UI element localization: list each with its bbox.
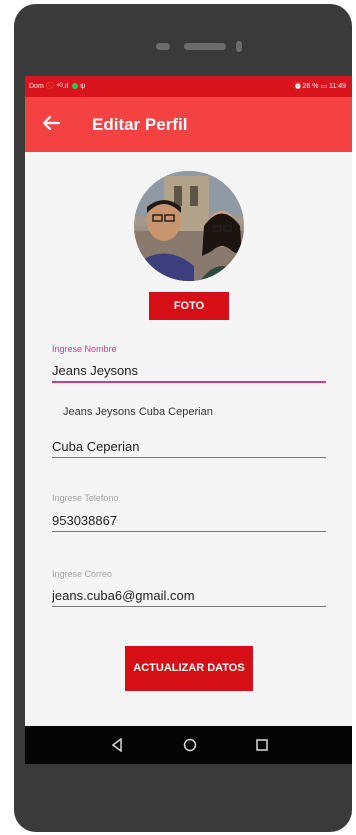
app-screen: Dom 🚫 ⁴ᴳ.ıl ψ ⏰26 % ▭ 11:49 Editar Perfi… (25, 76, 352, 764)
system-navigation-bar (25, 726, 352, 764)
phone-hint: Ingrese Telefono (52, 493, 119, 503)
photo-button[interactable]: FOTO (149, 292, 229, 320)
email-hint: Ingrese Correo (52, 569, 113, 579)
surname-input[interactable]: Cuba Ceperian (52, 439, 139, 454)
profile-avatar (134, 171, 244, 281)
phone-input[interactable]: 953038867 (52, 513, 117, 528)
status-left-text: Dom 🚫 ⁴ᴳ.ıl (29, 83, 69, 90)
earpiece-speaker (184, 43, 226, 50)
email-input-underline (52, 606, 326, 607)
update-data-button[interactable]: ACTUALIZAR DATOS (125, 646, 253, 691)
front-camera (156, 43, 170, 50)
back-triangle-icon[interactable] (110, 738, 124, 752)
status-left: Dom 🚫 ⁴ᴳ.ıl ψ (29, 82, 85, 90)
home-circle-icon[interactable] (183, 738, 197, 752)
profile-photo-illustration (134, 171, 244, 281)
status-right-text: ⏰26 % ▭ 11:49 (293, 83, 346, 90)
name-input[interactable]: Jeans Jeysons (52, 363, 138, 378)
app-bar: Editar Perfil (25, 97, 352, 152)
name-hint: Ingrese Nombre (52, 344, 117, 354)
email-input[interactable]: jeans.cuba6@gmail.com (52, 588, 195, 603)
page-title: Editar Perfil (92, 115, 188, 134)
usb-icon: ψ (80, 83, 86, 90)
notification-dot-icon (72, 83, 79, 90)
arrow-left-icon[interactable] (39, 111, 63, 135)
recents-square-icon[interactable] (255, 738, 269, 752)
status-bar: Dom 🚫 ⁴ᴳ.ıl ψ ⏰26 % ▭ 11:49 (25, 76, 352, 97)
name-input-underline (52, 381, 326, 383)
proximity-sensor (236, 41, 242, 52)
phone-input-underline (52, 531, 326, 532)
full-name-label: Jeans Jeysons Cuba Ceperian (63, 406, 213, 418)
surname-input-underline (52, 457, 326, 458)
